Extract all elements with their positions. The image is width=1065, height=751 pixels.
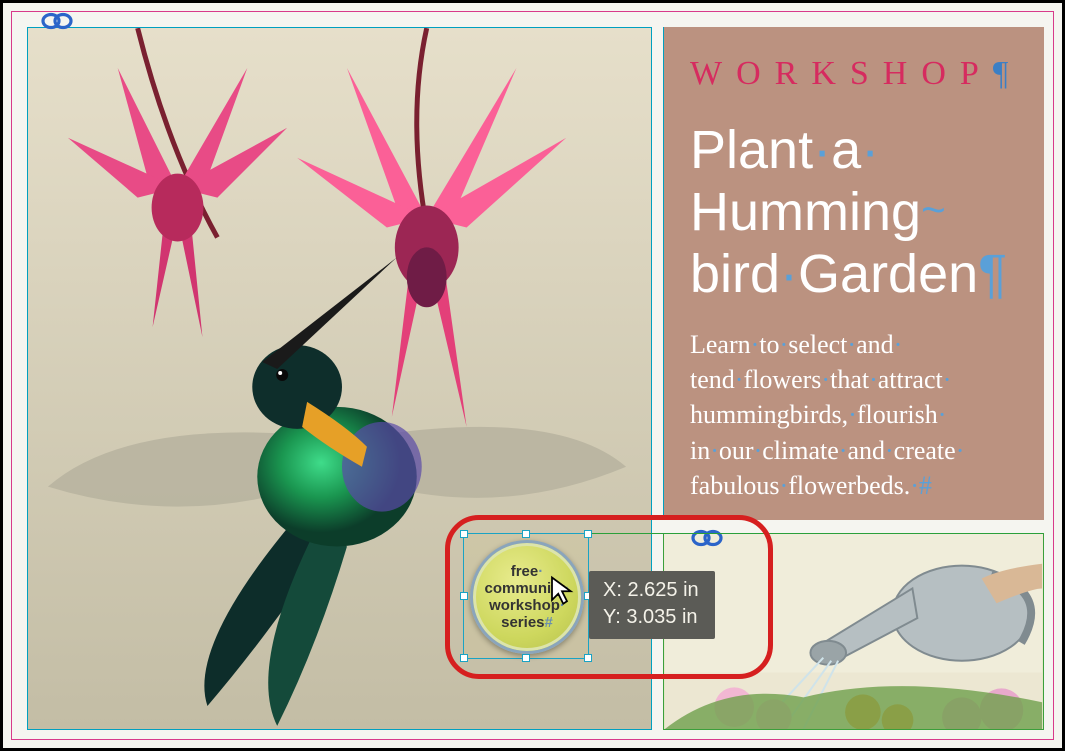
pilcrow-icon: ¶ — [993, 55, 1008, 92]
headline-word: a — [831, 120, 861, 180]
end-of-story-icon: # — [919, 471, 932, 500]
link-icon — [39, 10, 75, 32]
headline-word: Plant — [690, 120, 813, 180]
pilcrow-icon: ¶ — [978, 244, 1007, 304]
y-label: Y: — [603, 606, 621, 628]
badge-line: free — [511, 563, 539, 580]
badge-line: series — [501, 614, 544, 631]
move-cursor-icon — [549, 575, 575, 605]
position-tooltip: X: 2.625 in Y: 3.035 in — [589, 571, 715, 639]
headline: Plant·a· Humming~ bird·Garden¶ — [690, 119, 1022, 305]
discretionary-hyphen-icon: ~ — [921, 186, 946, 233]
eyebrow-text: WORKSHOP¶ — [690, 55, 1022, 93]
x-value: 2.625 in — [627, 579, 698, 601]
text-panel[interactable]: WORKSHOP¶ Plant·a· Humming~ bird·Garden¶… — [663, 27, 1044, 520]
eyebrow-label: WORKSHOP — [690, 55, 993, 92]
headline-word: bird — [690, 244, 780, 304]
body-copy: Learn·to·select·and· tend·flowers·that·a… — [690, 327, 1022, 502]
headline-word: Garden — [798, 244, 978, 304]
x-label: X: — [603, 579, 622, 601]
document-spread[interactable]: WORKSHOP¶ Plant·a· Humming~ bird·Garden¶… — [0, 0, 1065, 751]
headline-word: Humming — [690, 182, 921, 242]
y-value: 3.035 in — [626, 606, 697, 628]
